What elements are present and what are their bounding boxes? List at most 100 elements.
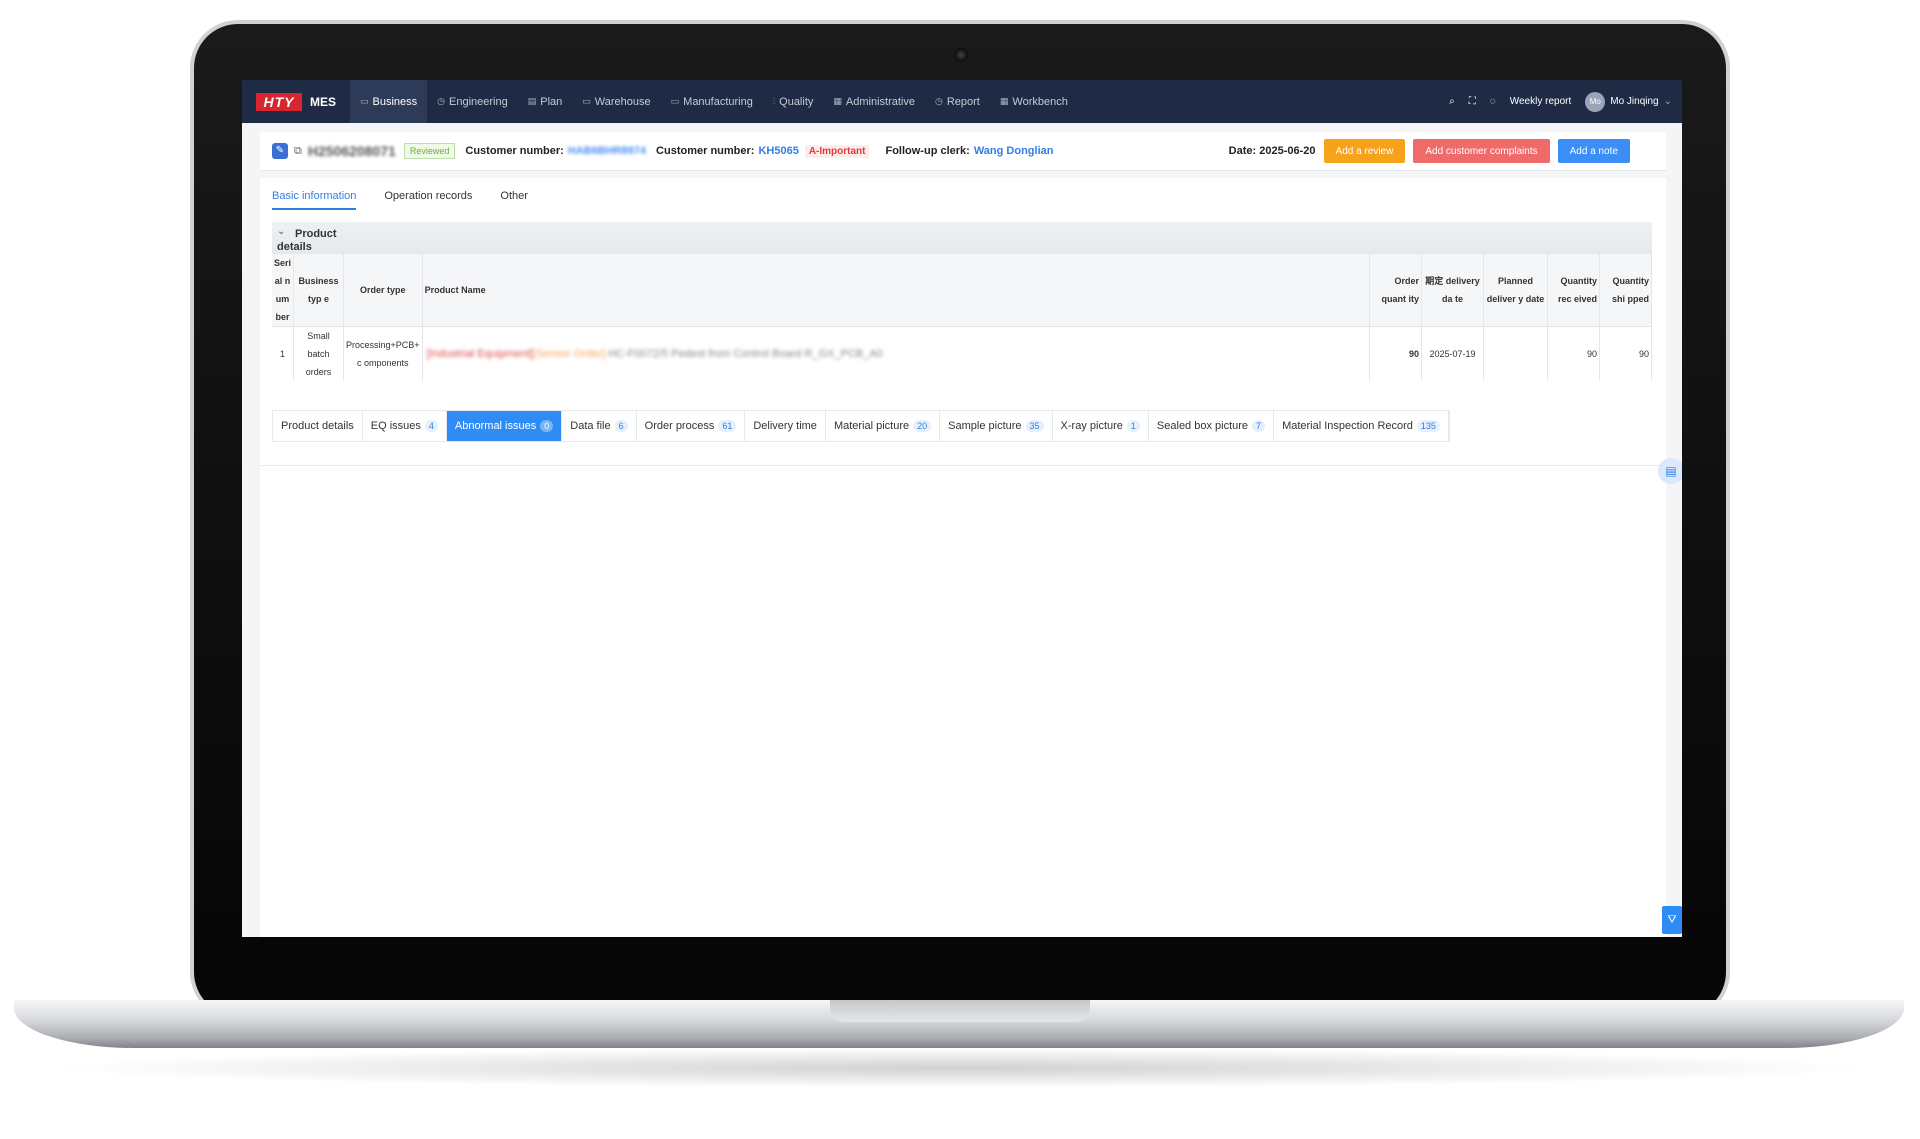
col-business-type: Business typ e bbox=[293, 254, 345, 327]
product-table: Seri al n um ber Business typ e Order ty… bbox=[272, 254, 1652, 381]
subtab-sealed-box-picture[interactable]: Sealed box picture 7 bbox=[1149, 411, 1275, 441]
subtab-abnormal-issues[interactable]: Abnormal issues 0 bbox=[446, 411, 563, 441]
subtab-order-process[interactable]: Order process 61 bbox=[637, 411, 746, 441]
count-badge: 135 bbox=[1416, 420, 1440, 432]
customer-number-label-2: Customer number: bbox=[656, 145, 755, 157]
tab-operation-records[interactable]: Operation records bbox=[384, 190, 472, 210]
add-review-button[interactable]: Add a review bbox=[1323, 139, 1406, 163]
subtab-xray-picture[interactable]: X-ray picture 1 bbox=[1053, 411, 1149, 441]
cell-serial: 1 bbox=[272, 326, 295, 381]
cell-delivery-date: 2025-07-19 bbox=[1421, 326, 1484, 381]
nav-item-report[interactable]: ◷ Report bbox=[925, 80, 990, 123]
box-icon: ▭ bbox=[582, 96, 591, 106]
count-badge: 1 bbox=[1126, 420, 1140, 432]
copy-icon[interactable]: ⧉ bbox=[294, 145, 302, 158]
laptop-shadow bbox=[40, 1048, 1880, 1088]
product-name-text: [Industrial Equipment][Sensor Order] HC-… bbox=[427, 348, 883, 360]
nav-item-manufacturing[interactable]: ▭ Manufacturing bbox=[661, 80, 763, 123]
date-value: 2025-06-20 bbox=[1259, 145, 1316, 157]
grid-icon: ▦ bbox=[999, 96, 1009, 106]
subtab-delivery-time[interactable]: Delivery time bbox=[745, 411, 826, 441]
main-panel: Basic information Operation records Othe… bbox=[260, 178, 1682, 937]
nav-item-administrative[interactable]: ▦ Administrative bbox=[823, 80, 925, 123]
nav-item-warehouse[interactable]: ▭ Warehouse bbox=[572, 80, 660, 123]
count-badge: 35 bbox=[1025, 420, 1044, 432]
cell-order-qty: 90 bbox=[1369, 326, 1422, 381]
main-nav: ▭ Business ◷ Engineering ▤ Plan ▭ Wareho… bbox=[350, 80, 1078, 123]
cell-order-type: Processing+PCB+ c omponents bbox=[343, 326, 423, 381]
add-note-button[interactable]: Add a note bbox=[1557, 139, 1630, 163]
count-badge: 4 bbox=[424, 420, 438, 432]
nav-item-quality[interactable]: ⫶ Quality bbox=[763, 80, 824, 123]
nav-label: Workbench bbox=[1012, 95, 1068, 108]
search-icon[interactable]: ⌕ bbox=[1449, 96, 1455, 107]
date-label: Date: bbox=[1228, 145, 1257, 157]
subtab-label: Data file bbox=[570, 420, 611, 432]
nav-label: Plan bbox=[540, 95, 563, 108]
app-logo[interactable]: HTY MES bbox=[256, 92, 350, 111]
col-serial: Seri al n um ber bbox=[272, 254, 295, 327]
clock-icon: ◷ bbox=[934, 96, 943, 106]
table-row[interactable]: 1 Small batch orders Processing+PCB+ c o… bbox=[272, 326, 1652, 381]
camera-icon bbox=[954, 48, 968, 62]
product-model: HC-F0072/5 Pedest from Control Board R_G… bbox=[608, 348, 883, 360]
table-header-row: Seri al n um ber Business typ e Order ty… bbox=[272, 254, 1652, 327]
detail-subtabs: Product details EQ issues 4 Abnormal iss… bbox=[272, 410, 1450, 442]
nav-label: Manufacturing bbox=[683, 95, 753, 108]
product-details-section[interactable]: ⌄ Product details bbox=[272, 222, 1652, 254]
subtab-eq-issues[interactable]: EQ issues 4 bbox=[363, 411, 447, 441]
cell-planned-delivery bbox=[1483, 326, 1548, 381]
app-name: MES bbox=[310, 94, 337, 109]
laptop-notch bbox=[830, 1000, 1090, 1022]
nav-item-business[interactable]: ▭ Business bbox=[350, 80, 428, 123]
chart-icon: ⫶ bbox=[772, 96, 776, 106]
customer-number-value[interactable]: HAB6BHR8974 bbox=[568, 145, 646, 157]
add-complaints-button[interactable]: Add customer complaints bbox=[1413, 139, 1550, 163]
subtab-label: Order process bbox=[644, 420, 715, 432]
count-badge: 61 bbox=[718, 420, 737, 432]
topbar-actions: ⌕ ⛶ ◌ Weekly report Mo Mo Jinqing ⌄ bbox=[1449, 91, 1682, 112]
cell-product-name[interactable]: [Industrial Equipment][Sensor Order] HC-… bbox=[422, 326, 1371, 381]
edit-icon[interactable]: ✎ bbox=[272, 143, 288, 159]
subtab-product-details[interactable]: Product details bbox=[273, 411, 363, 441]
brand-logo-mark: HTY bbox=[256, 92, 302, 111]
fullscreen-icon[interactable]: ⛶ bbox=[1469, 96, 1476, 107]
message-icon[interactable]: ◌ bbox=[1490, 96, 1496, 107]
weekly-report-link[interactable]: Weekly report bbox=[1510, 96, 1572, 107]
subtab-material-inspection-record[interactable]: Material Inspection Record 135 bbox=[1274, 411, 1449, 441]
subtab-label: Sealed box picture bbox=[1156, 420, 1249, 432]
subtab-label: Delivery time bbox=[753, 420, 817, 432]
count-badge: 20 bbox=[913, 420, 932, 432]
col-delivery-date: 期定 delivery da te bbox=[1421, 254, 1484, 327]
followup-clerk[interactable]: Wang Donglian bbox=[974, 145, 1054, 157]
doc-icon: ▤ bbox=[527, 96, 537, 106]
subtab-label: Material picture bbox=[833, 420, 910, 432]
box-icon: ▭ bbox=[670, 96, 680, 106]
user-name: Mo Jinqing bbox=[1610, 96, 1659, 107]
side-panel-toggle-icon[interactable]: ▤ bbox=[1658, 458, 1682, 484]
product-subcategory: [Sensor Order] bbox=[532, 348, 606, 360]
user-menu[interactable]: Mo Mo Jinqing ⌄ bbox=[1585, 91, 1672, 112]
tab-basic-information[interactable]: Basic information bbox=[272, 190, 357, 210]
chevron-down-icon: ⌄ bbox=[1663, 96, 1672, 107]
order-number: H2506208071 bbox=[307, 143, 396, 159]
nav-label: Engineering bbox=[449, 95, 508, 108]
col-order-qty: Order quant ity bbox=[1369, 254, 1422, 327]
nav-item-engineering[interactable]: ◷ Engineering bbox=[427, 80, 518, 123]
subtab-sample-picture[interactable]: Sample picture 35 bbox=[940, 411, 1053, 441]
avatar: Mo bbox=[1585, 91, 1606, 112]
product-category: [Industrial Equipment] bbox=[426, 348, 533, 360]
subtab-material-picture[interactable]: Material picture 20 bbox=[826, 411, 941, 441]
filter-icon[interactable]: ⛛ bbox=[1662, 906, 1682, 934]
status-badge: Reviewed bbox=[403, 143, 456, 159]
nav-label: Warehouse bbox=[594, 95, 651, 108]
nav-item-workbench[interactable]: ▦ Workbench bbox=[990, 80, 1078, 123]
cell-qty-received: 90 bbox=[1547, 326, 1600, 381]
nav-label: Report bbox=[946, 95, 980, 108]
subtab-data-file[interactable]: Data file 6 bbox=[562, 411, 637, 441]
subtab-label: EQ issues bbox=[370, 420, 421, 432]
customer-code[interactable]: KH5065 bbox=[758, 145, 798, 157]
nav-item-plan[interactable]: ▤ Plan bbox=[518, 80, 573, 123]
subtab-label: Product details bbox=[281, 420, 354, 432]
tab-other[interactable]: Other bbox=[500, 190, 528, 210]
